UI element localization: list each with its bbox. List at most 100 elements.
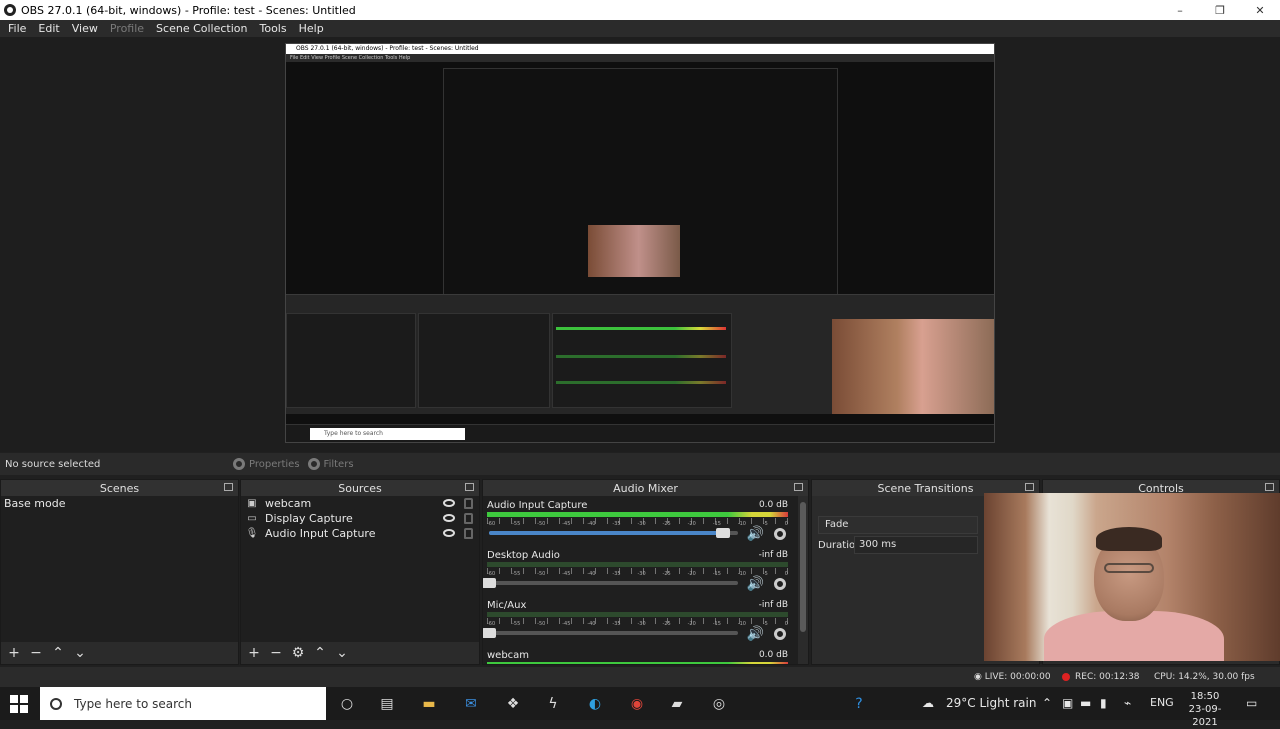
mixer-title: Audio Mixer (613, 481, 678, 495)
filters-label: Filters (323, 458, 354, 470)
lock-icon[interactable] (464, 528, 473, 539)
menu-help[interactable]: Help (293, 22, 330, 35)
properties-button[interactable]: Properties (233, 458, 300, 470)
network-icon[interactable]: ⌁ (1124, 696, 1131, 710)
maximize-button[interactable]: ❐ (1200, 0, 1240, 20)
status-bar: ◉ LIVE: 00:00:00 REC: 00:12:38 CPU: 14.2… (0, 667, 1280, 687)
tray-icon[interactable]: ▣ (1062, 696, 1073, 710)
notifications-icon[interactable]: ▭ (1246, 696, 1257, 710)
cortana-icon[interactable]: ○ (338, 695, 356, 713)
weather-icon[interactable]: ☁ (922, 696, 934, 710)
slider-knob[interactable] (483, 578, 496, 588)
remove-scene-button[interactable]: − (27, 644, 45, 662)
channel-name: Mic/Aux (487, 600, 527, 611)
undock-icon[interactable] (224, 483, 233, 491)
dropbox-icon[interactable]: ❖ (504, 695, 522, 713)
menu-profile[interactable]: Profile (104, 22, 150, 35)
gear-icon[interactable] (774, 528, 786, 540)
microphone-icon[interactable]: ▮ (1100, 696, 1107, 710)
source-item-audio-input[interactable]: 🎙 Audio Input Capture (241, 526, 479, 541)
microphone-icon: 🎙 (245, 528, 259, 539)
no-source-label: No source selected (5, 458, 101, 470)
file-explorer-icon[interactable]: ▬ (420, 695, 438, 713)
meter-scale-label: -55 (512, 521, 521, 527)
lock-icon[interactable] (464, 513, 473, 524)
meter-scale-label: -40 (587, 621, 596, 627)
mixer-header: Audio Mixer (483, 480, 808, 496)
visibility-eye-icon[interactable] (443, 499, 455, 507)
transition-select[interactable]: Fade (818, 516, 978, 534)
undock-icon[interactable] (1025, 483, 1034, 491)
move-down-button[interactable]: ⌄ (333, 644, 351, 662)
chrome-icon[interactable]: ◉ (628, 695, 646, 713)
move-up-button[interactable]: ⌃ (49, 644, 67, 662)
volume-meter (487, 562, 788, 567)
move-down-button[interactable]: ⌄ (71, 644, 89, 662)
mixer-channel: Audio Input Capture 0.0 dB -60 -55 -50 -45 -40… (483, 496, 798, 546)
taskbar-search-placeholder: Type here to search (74, 696, 192, 711)
preview-canvas[interactable]: OBS 27.0.1 (64-bit, windows) - Profile: … (0, 37, 1280, 452)
menu-bar: File Edit View Profile Scene Collection … (0, 20, 1280, 37)
meter-scale-label: -45 (562, 571, 571, 577)
battery-icon[interactable]: ▬ (1080, 696, 1091, 710)
mail-icon[interactable]: ✉ (462, 695, 480, 713)
filters-button[interactable]: Filters (307, 458, 354, 470)
weather-text[interactable]: 29°C Light rain (946, 696, 1036, 710)
source-settings-button[interactable]: ⚙ (289, 644, 307, 662)
mixer-scrollbar[interactable] (798, 496, 808, 664)
close-button[interactable]: ✕ (1240, 0, 1280, 20)
gear-icon[interactable] (774, 578, 786, 590)
scroll-thumb[interactable] (800, 502, 806, 632)
channel-db: 0.0 dB (758, 650, 788, 660)
task-view-icon[interactable]: ▤ (378, 695, 396, 713)
meter-scale-label: -50 (537, 621, 546, 627)
visibility-eye-icon[interactable] (443, 529, 455, 537)
obs-taskbar-icon[interactable]: ◎ (710, 695, 728, 713)
visibility-eye-icon[interactable] (443, 514, 455, 522)
meter-scale: -60 -55 -50 -45 -40 -35 -30 -25 -20 -15 -10 -5 0 (487, 571, 788, 579)
duration-input[interactable]: 300 ms (854, 536, 978, 554)
slider-knob[interactable] (716, 528, 731, 538)
speaker-icon[interactable]: 🔊 (747, 626, 764, 642)
volume-slider[interactable] (489, 528, 738, 538)
volume-slider[interactable] (483, 578, 738, 588)
taskbar-search[interactable]: Type here to search (40, 687, 326, 720)
move-up-button[interactable]: ⌃ (311, 644, 329, 662)
add-scene-button[interactable]: + (5, 644, 23, 662)
volume-slider[interactable] (483, 628, 738, 638)
camera-icon: ▣ (247, 498, 257, 509)
menu-file[interactable]: File (2, 22, 32, 35)
scene-item[interactable]: Base mode (1, 496, 238, 512)
speaker-icon[interactable]: 🔊 (747, 526, 764, 542)
lock-icon[interactable] (464, 498, 473, 509)
help-icon[interactable]: ? (850, 695, 868, 713)
app-icon[interactable]: ▰ (668, 695, 686, 713)
undock-icon[interactable] (465, 483, 474, 491)
source-item-display-capture[interactable]: ▭ Display Capture (241, 511, 479, 526)
undock-icon[interactable] (1265, 483, 1274, 491)
add-source-button[interactable]: + (245, 644, 263, 662)
gear-icon[interactable] (774, 628, 786, 640)
rec-status: REC: 00:12:38 (1062, 672, 1140, 682)
menu-view[interactable]: View (66, 22, 104, 35)
clock[interactable]: 18:50 23-09-2021 (1180, 690, 1230, 729)
minimize-button[interactable]: – (1160, 0, 1200, 20)
source-label: Display Capture (265, 512, 353, 525)
menu-edit[interactable]: Edit (32, 22, 65, 35)
menu-tools[interactable]: Tools (254, 22, 293, 35)
edge-icon[interactable]: ◐ (586, 695, 604, 713)
speaker-icon[interactable]: 🔊 (747, 576, 764, 592)
windows-start-icon[interactable] (10, 695, 28, 713)
slider-knob[interactable] (483, 628, 496, 638)
tray-chevron-icon[interactable]: ⌃ (1042, 696, 1052, 710)
source-item-webcam[interactable]: ▣ webcam (241, 496, 479, 511)
remove-source-button[interactable]: − (267, 644, 285, 662)
volume-meter (487, 662, 788, 664)
meter-scale-label: -35 (612, 521, 621, 527)
language-indicator[interactable]: ENG (1150, 696, 1174, 709)
meter-scale-label: -10 (737, 521, 746, 527)
mixer-channels: Audio Input Capture 0.0 dB -60 -55 -50 -45 -40… (483, 496, 798, 664)
undock-icon[interactable] (794, 483, 803, 491)
winamp-icon[interactable]: ϟ (544, 695, 562, 713)
menu-scene-collection[interactable]: Scene Collection (150, 22, 253, 35)
